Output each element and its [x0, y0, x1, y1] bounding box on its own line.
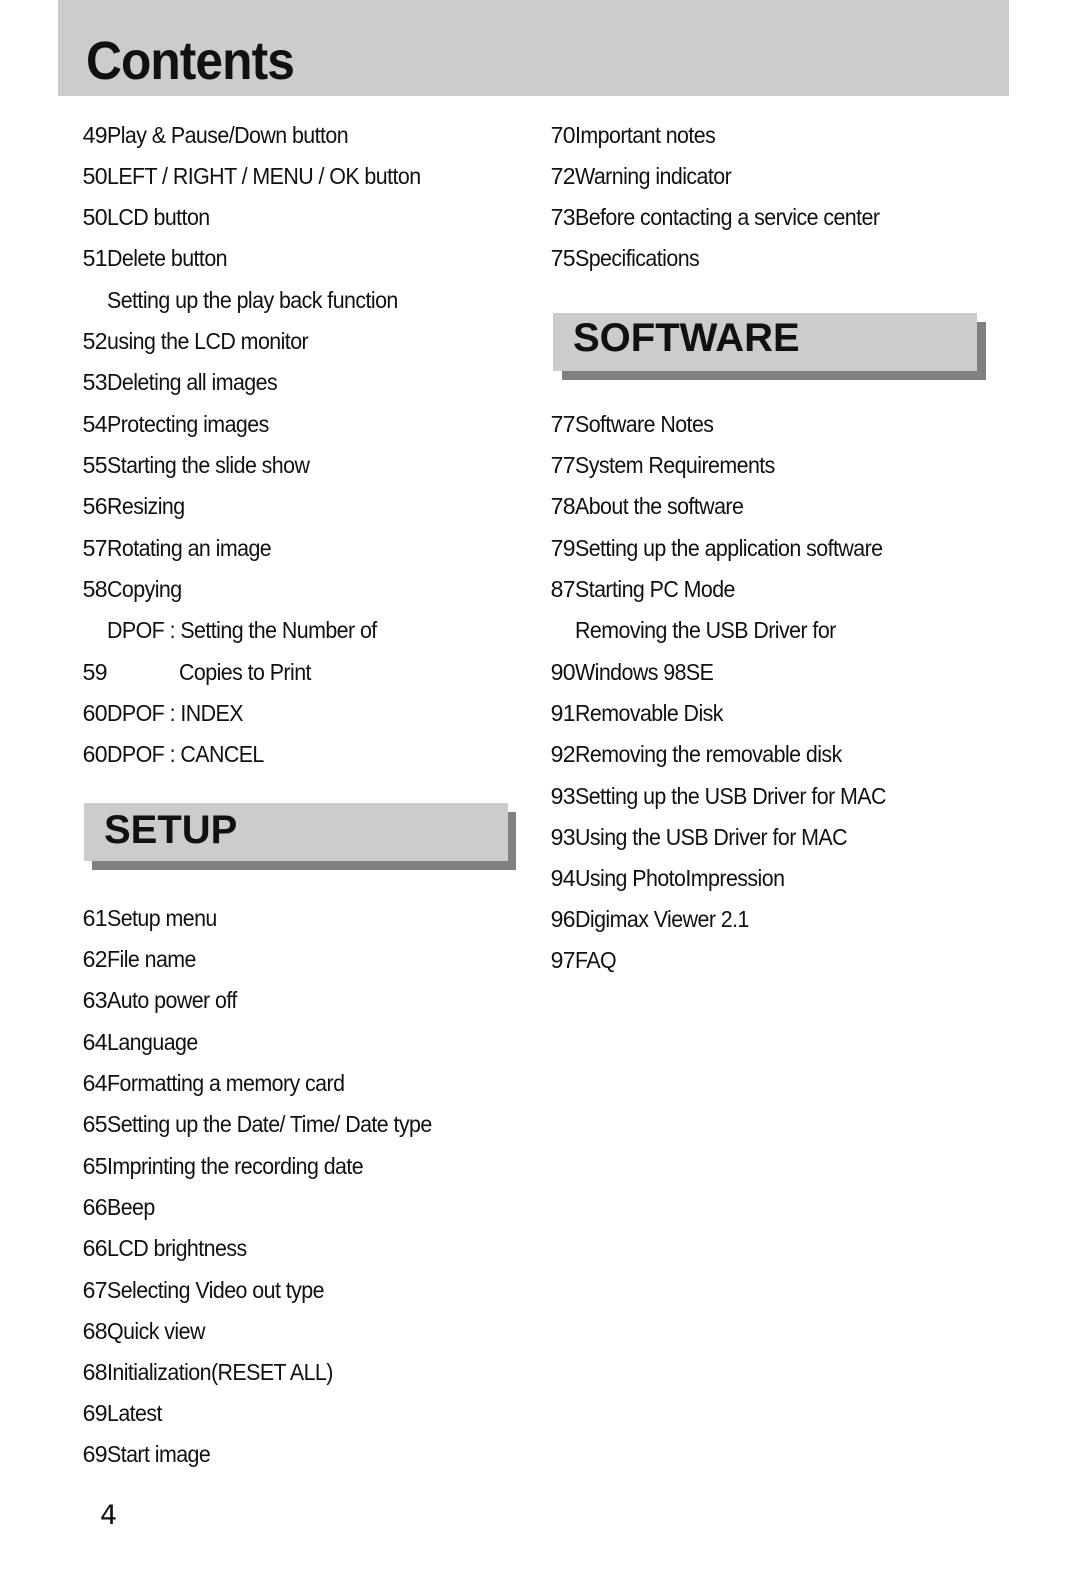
toc-page-number: 77	[550, 452, 576, 478]
toc-page-number: 97	[550, 947, 576, 973]
toc-page-number: 50	[82, 163, 108, 189]
toc-page-number: 49	[82, 122, 108, 148]
toc-page-number: 94	[550, 865, 576, 891]
toc-page-number: 68	[82, 1318, 108, 1344]
toc-page-number: 61	[82, 905, 108, 931]
page-number: 4	[100, 1500, 118, 1531]
toc-page-number: 66	[82, 1235, 108, 1261]
toc-page-number: 79	[550, 535, 576, 561]
toc-page-number: 65	[82, 1153, 108, 1179]
toc-page-number: 72	[550, 163, 576, 189]
toc-page-number: 50	[82, 204, 108, 230]
toc-page-number: 69	[82, 1441, 108, 1467]
toc-page-number: 64	[82, 1029, 108, 1055]
software-section-title: SOFTWARE	[573, 316, 800, 360]
toc-page-number: 67	[82, 1277, 108, 1303]
toc-page-number: 62	[82, 946, 108, 972]
toc-page-number: 66	[82, 1194, 108, 1220]
toc-page-number: 52	[82, 328, 108, 354]
toc-page-number: 54	[82, 411, 108, 437]
toc-page-number: 60	[82, 741, 108, 767]
toc-page-number: 53	[82, 369, 108, 395]
toc-page-number: 69	[82, 1400, 108, 1426]
toc-page-number: 60	[82, 700, 108, 726]
toc-page-number: 58	[82, 576, 108, 602]
toc-page-number: 77	[550, 411, 576, 437]
toc-page-number: 87	[550, 576, 576, 602]
page-title: Contents	[86, 31, 295, 91]
contents-header: Contents	[58, 0, 1009, 96]
toc-page-number: 55	[82, 452, 108, 478]
toc-page-number: 92	[550, 741, 576, 767]
toc-page-number: 51	[82, 245, 108, 271]
toc-page-number: 57	[82, 535, 108, 561]
toc-page-number: 90	[550, 659, 576, 685]
toc-page-number: 96	[550, 906, 576, 932]
toc-page-number: 56	[82, 493, 108, 519]
toc-page-number: 70	[550, 122, 576, 148]
toc-page-number: 63	[82, 987, 108, 1013]
toc-page-number: 93	[550, 824, 576, 850]
toc-page-number: 75	[550, 245, 576, 271]
toc-page-number: 93	[550, 783, 576, 809]
toc-page-number: 65	[82, 1111, 108, 1137]
toc-page-number: 64	[82, 1070, 108, 1096]
toc-page-number: 78	[550, 493, 576, 519]
toc-page-number: 91	[550, 700, 576, 726]
toc-page-number: 59	[82, 659, 108, 685]
toc-page-number: 73	[550, 204, 576, 230]
setup-section-title: SETUP	[104, 808, 238, 852]
toc-page-number: 68	[82, 1359, 108, 1385]
